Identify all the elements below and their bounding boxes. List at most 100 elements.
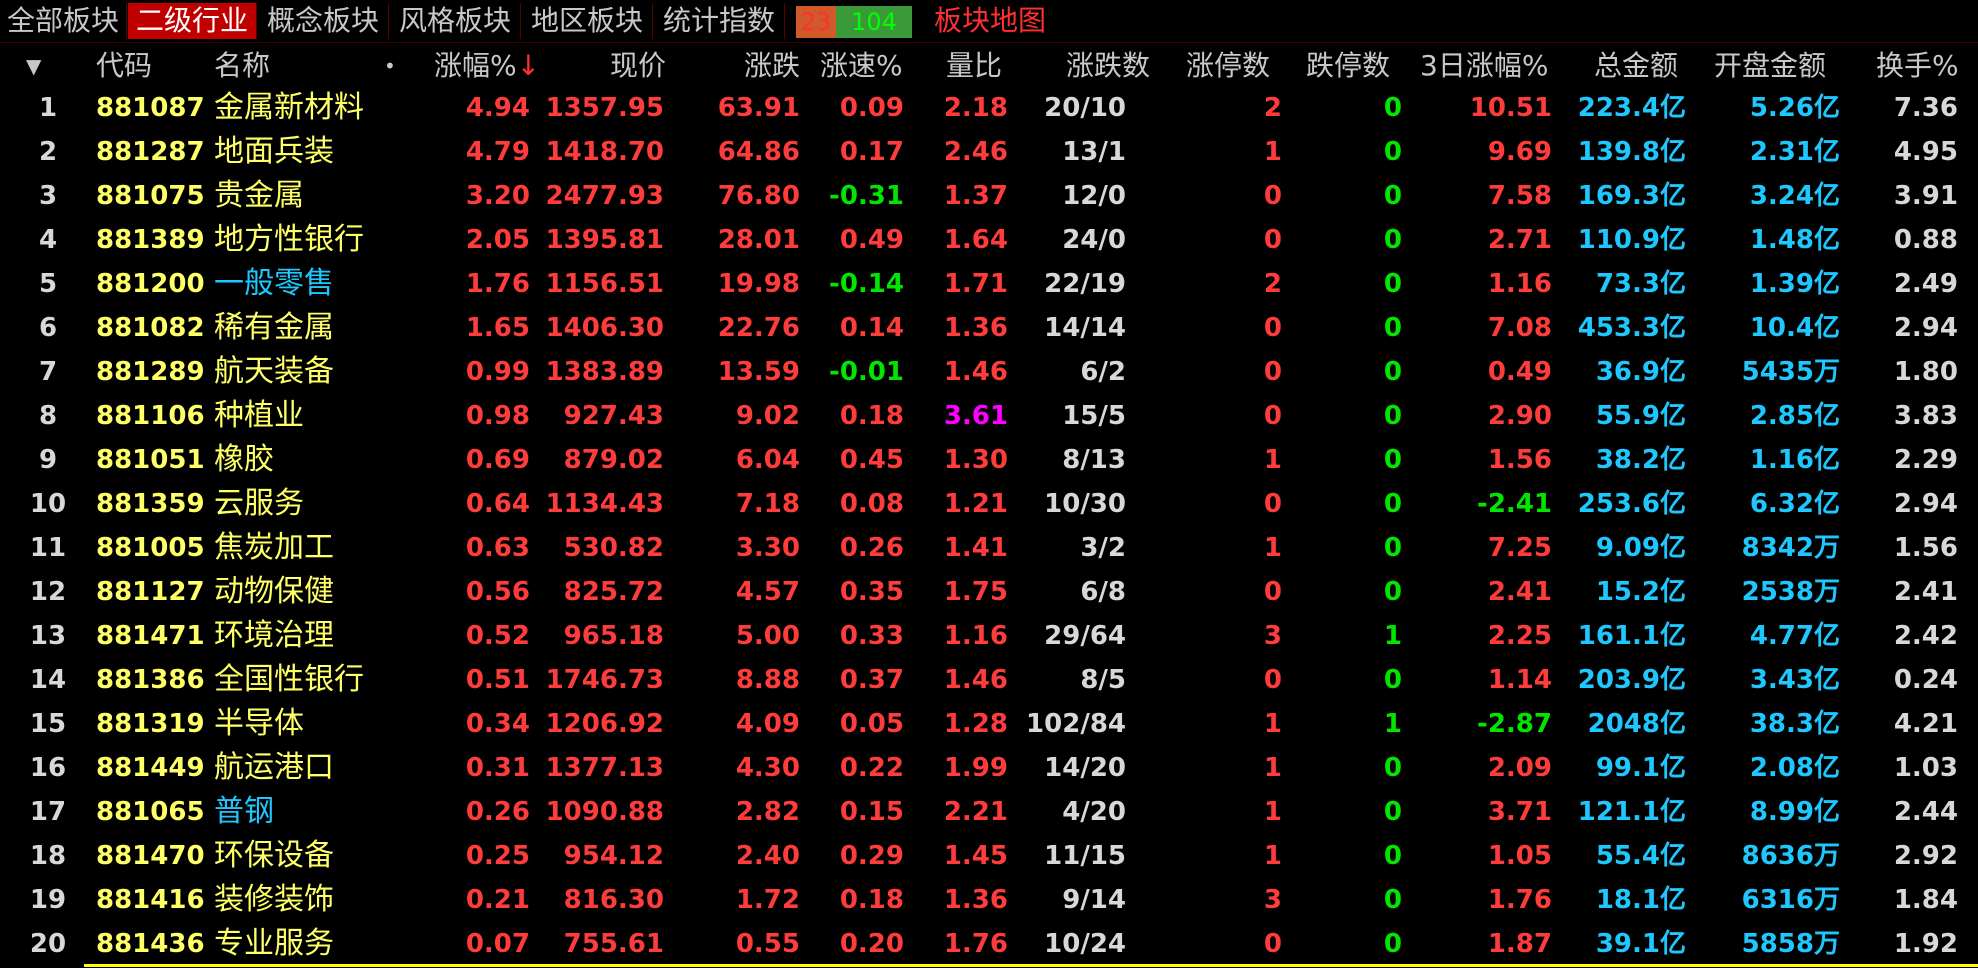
- row-index: 20: [29, 929, 67, 959]
- table-row[interactable]: 16 881449 航运港口 0.31 1377.13 4.30 0.22 1.99 14/20…: [0, 746, 1978, 790]
- column-header-price[interactable]: 现价: [610, 44, 666, 88]
- table-row[interactable]: 12 881127 动物保健 0.56 825.72 4.57 0.35 1.75 6/8 0 0 2…: [0, 570, 1978, 614]
- pct-3day: 10.51: [1469, 93, 1552, 123]
- column-header-advance-decline[interactable]: 涨跌数: [1066, 44, 1150, 88]
- limit-down-count: 0: [1383, 753, 1402, 783]
- advance-decline: 29/64: [1044, 621, 1126, 651]
- speed: 0.20: [839, 929, 904, 959]
- price: 816.30: [563, 885, 664, 915]
- turnover-rate: 1.03: [1893, 753, 1958, 783]
- table-row[interactable]: 7 881289 航天装备 0.99 1383.89 13.59 -0.01 1.46 6/2 0…: [0, 350, 1978, 394]
- tab-concept-sectors[interactable]: 概念板块: [258, 3, 389, 39]
- price: 1206.92: [545, 709, 664, 739]
- sector-name: 种植业: [214, 398, 304, 433]
- turnover-rate: 4.95: [1893, 137, 1958, 167]
- pct-change: 0.52: [465, 621, 530, 651]
- table-row[interactable]: 15 881319 半导体 0.34 1206.92 4.09 0.05 1.28 102/84…: [0, 702, 1978, 746]
- table-row[interactable]: 17 881065 普钢 0.26 1090.88 2.82 0.15 2.21 4/20 1 0 3…: [0, 790, 1978, 834]
- table-row[interactable]: 11 881005 焦炭加工 0.63 530.82 3.30 0.26 1.41 3/2 1 0 7…: [0, 526, 1978, 570]
- price: 954.12: [563, 841, 664, 871]
- limit-down-count: 0: [1383, 225, 1402, 255]
- column-header-pct-change[interactable]: 涨幅%↓: [434, 44, 540, 88]
- advance-decline: 13/1: [1062, 137, 1126, 167]
- table-row[interactable]: 6 881082 稀有金属 1.65 1406.30 22.76 0.14 1.36 14/14…: [0, 306, 1978, 350]
- column-header-name[interactable]: 名称: [214, 44, 270, 88]
- volume-ratio: 1.21: [943, 489, 1008, 519]
- table-row[interactable]: 8 881106 种植业 0.98 927.43 9.02 0.18 3.61 15/5 0 0 2.…: [0, 394, 1978, 438]
- pct-3day: 9.69: [1487, 137, 1552, 167]
- price: 965.18: [563, 621, 664, 651]
- stock-code: 881289: [96, 357, 205, 387]
- sector-name: 贵金属: [214, 178, 304, 213]
- total-amount: 18.1亿: [1595, 885, 1686, 915]
- table-row[interactable]: 19 881416 装修装饰 0.21 816.30 1.72 0.18 1.36 9/14 3 0…: [0, 878, 1978, 922]
- total-amount: 203.9亿: [1577, 665, 1686, 695]
- sector-map-link[interactable]: 板块地图: [934, 3, 1046, 39]
- limit-down-count: 1: [1383, 709, 1402, 739]
- tab-all-sectors[interactable]: 全部板块: [0, 3, 127, 39]
- table-row[interactable]: 4 881389 地方性银行 2.05 1395.81 28.01 0.49 1.64 24/0…: [0, 218, 1978, 262]
- change: 76.80: [717, 181, 800, 211]
- pct-change: 0.26: [465, 797, 530, 827]
- sort-descending-icon: ↓: [516, 49, 541, 82]
- pct-3day: 1.56: [1487, 445, 1552, 475]
- pct-change: 0.63: [465, 533, 530, 563]
- column-header-change[interactable]: 涨跌: [744, 44, 800, 88]
- table-row[interactable]: 18 881470 环保设备 0.25 954.12 2.40 0.29 1.45 11/15 1…: [0, 834, 1978, 878]
- change: 4.09: [735, 709, 800, 739]
- column-header-limit-up[interactable]: 涨停数: [1186, 44, 1270, 88]
- column-header-open-amount[interactable]: 开盘金额: [1714, 44, 1826, 88]
- table-row[interactable]: 10 881359 云服务 0.64 1134.43 7.18 0.08 1.21 10/30 0…: [0, 482, 1978, 526]
- speed: 0.17: [839, 137, 904, 167]
- limit-down-count: 0: [1383, 533, 1402, 563]
- table-row[interactable]: 5 881200 一般零售 1.76 1156.51 19.98 -0.14 1.71 22/1…: [0, 262, 1978, 306]
- column-header-volume-ratio[interactable]: 量比: [946, 44, 1002, 88]
- change: 28.01: [717, 225, 800, 255]
- tab-region-sectors[interactable]: 地区板块: [522, 3, 653, 39]
- column-dot-icon: •: [384, 54, 396, 78]
- total-amount: 55.9亿: [1595, 401, 1686, 431]
- column-menu-icon[interactable]: ▼: [26, 44, 41, 88]
- column-header-limit-down[interactable]: 跌停数: [1306, 44, 1390, 88]
- sector-name: 环保设备: [214, 838, 334, 873]
- advance-decline: 14/14: [1044, 313, 1126, 343]
- column-header-speed[interactable]: 涨速%: [820, 44, 903, 88]
- column-header-turnover[interactable]: 换手%: [1876, 44, 1959, 88]
- stock-code: 881287: [96, 137, 205, 167]
- table-row[interactable]: 9 881051 橡胶 0.69 879.02 6.04 0.45 1.30 8/13 1 0 1.5…: [0, 438, 1978, 482]
- column-header-code[interactable]: 代码: [96, 44, 152, 88]
- table-row[interactable]: 13 881471 环境治理 0.52 965.18 5.00 0.33 1.16 29/64 3…: [0, 614, 1978, 658]
- column-header-total-amount[interactable]: 总金额: [1594, 44, 1678, 88]
- table-row[interactable]: 14 881386 全国性银行 0.51 1746.73 8.88 0.37 1.46 8/5 0…: [0, 658, 1978, 702]
- table-bottom-divider: [84, 964, 1978, 967]
- limit-up-count: 0: [1263, 225, 1282, 255]
- tab-style-sectors[interactable]: 风格板块: [390, 3, 521, 39]
- stock-code: 881127: [96, 577, 205, 607]
- limit-down-count: 1: [1383, 621, 1402, 651]
- row-index: 16: [29, 753, 67, 783]
- total-amount: 139.8亿: [1577, 137, 1686, 167]
- limit-up-count: 2: [1263, 93, 1282, 123]
- sector-name: 金属新材料: [214, 90, 364, 125]
- advance-decline: 9/14: [1062, 885, 1126, 915]
- table-row[interactable]: 20 881436 专业服务 0.07 755.61 0.55 0.20 1.76 10/24 0…: [0, 922, 1978, 966]
- total-amount: 55.4亿: [1595, 841, 1686, 871]
- column-header-3day-change[interactable]: 3日涨幅%: [1420, 44, 1548, 88]
- table-row[interactable]: 1 881087 金属新材料 4.94 1357.95 63.91 0.09 2.18 20/1…: [0, 86, 1978, 130]
- table-row[interactable]: 3 881075 贵金属 3.20 2477.93 76.80 -0.31 1.37 12/0 0…: [0, 174, 1978, 218]
- limit-down-count: 0: [1383, 357, 1402, 387]
- tab-secondary-industry[interactable]: 二级行业: [128, 3, 257, 39]
- limit-up-count: 1: [1263, 709, 1282, 739]
- limit-down-count: 0: [1383, 841, 1402, 871]
- limit-up-count: 1: [1263, 753, 1282, 783]
- sector-name: 动物保健: [214, 574, 334, 609]
- change: 0.55: [735, 929, 800, 959]
- stock-code: 881200: [96, 269, 205, 299]
- tab-statistical-index[interactable]: 统计指数: [654, 3, 785, 39]
- total-amount: 38.2亿: [1595, 445, 1686, 475]
- pct-3day: 1.87: [1487, 929, 1552, 959]
- pct-3day: 3.71: [1487, 797, 1552, 827]
- table-row[interactable]: 2 881287 地面兵装 4.79 1418.70 64.86 0.17 2.46 13/1 1…: [0, 130, 1978, 174]
- stock-code: 881319: [96, 709, 205, 739]
- price: 2477.93: [545, 181, 664, 211]
